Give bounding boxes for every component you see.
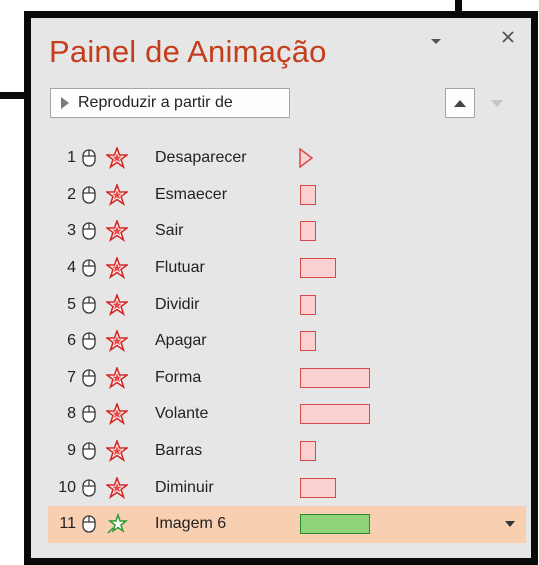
animation-name: Forma — [155, 368, 202, 386]
mouse-click-icon — [80, 186, 96, 204]
animation-order-number: 8 — [67, 405, 76, 423]
animation-name: Diminuir — [155, 478, 214, 496]
star-burst-icon — [96, 220, 128, 243]
timing-bar[interactable] — [300, 258, 336, 279]
mouse-click-icon — [80, 478, 96, 497]
mouse-click-icon — [80, 149, 96, 167]
mouse-click-icon — [80, 332, 96, 350]
timing-bar[interactable] — [300, 514, 370, 535]
animation-name: Volante — [155, 405, 209, 423]
mouse-click-icon — [80, 259, 96, 277]
animation-name: Dividir — [155, 295, 200, 313]
animation-item[interactable]: 4 Flutuar — [48, 250, 526, 287]
play-from-button[interactable]: Reproduzir a partir de — [50, 88, 290, 118]
animation-item[interactable]: 7 Forma — [48, 360, 526, 397]
animation-order-number: 2 — [67, 185, 76, 203]
timing-bar[interactable] — [300, 477, 336, 498]
animation-item[interactable]: 1 Desaparecer — [48, 140, 526, 177]
animation-order-number: 4 — [67, 259, 76, 277]
mouse-click-icon — [80, 369, 96, 387]
animation-name: Barras — [155, 442, 203, 460]
animation-order-number: 7 — [67, 368, 76, 386]
timing-bar[interactable] — [300, 404, 370, 425]
mouse-click-icon — [80, 296, 96, 314]
animation-item[interactable]: 9 Barras — [48, 433, 526, 470]
star-burst-icon — [96, 257, 128, 280]
animation-order-number: 3 — [67, 222, 76, 240]
animation-order-number: 6 — [67, 332, 76, 350]
timing-bar[interactable] — [300, 221, 316, 242]
animation-list: 1 Desaparecer 2 Esmaecer 3 Sair 4 Flutuar 5 Divid… — [48, 140, 526, 543]
pane-options-chevron-down-icon[interactable] — [430, 30, 442, 51]
mouse-click-icon — [80, 515, 96, 533]
animation-item[interactable]: 11 Imagem 6 — [48, 505, 526, 543]
mouse-click-icon — [80, 442, 96, 460]
move-earlier-button[interactable] — [445, 88, 475, 118]
animation-item[interactable]: 6 Apagar — [48, 323, 526, 360]
play-icon — [61, 97, 69, 109]
animation-item[interactable]: 2 Esmaecer — [48, 177, 526, 214]
green-star-icon — [96, 513, 128, 535]
star-burst-icon — [96, 147, 128, 170]
pane-title: Painel de Animação — [49, 34, 327, 69]
triangle-down-icon — [491, 99, 503, 107]
animation-order-number: 10 — [58, 478, 76, 496]
animation-name: Flutuar — [155, 259, 205, 277]
animation-order-number: 11 — [59, 515, 76, 533]
close-icon[interactable] — [501, 28, 515, 49]
animation-order-number: 5 — [67, 295, 76, 313]
item-options-chevron-down-icon[interactable] — [505, 521, 515, 528]
triangle-up-icon — [454, 99, 466, 107]
star-burst-icon — [96, 183, 128, 206]
timing-bar[interactable] — [300, 441, 316, 462]
animation-item[interactable]: 3 Sair — [48, 213, 526, 250]
mouse-click-icon — [80, 405, 96, 424]
timing-bar[interactable] — [300, 184, 316, 205]
mouse-click-icon — [80, 222, 96, 241]
animation-order-number: 9 — [67, 442, 76, 460]
animation-item[interactable]: 5 Dividir — [48, 286, 526, 323]
animation-name: Sair — [155, 222, 184, 240]
star-burst-icon — [96, 476, 128, 499]
star-burst-icon — [96, 293, 128, 316]
move-later-button[interactable] — [482, 88, 512, 118]
timing-bar[interactable] — [300, 294, 316, 315]
star-burst-icon — [96, 440, 128, 463]
animation-name: Imagem 6 — [155, 515, 227, 533]
timing-bar[interactable] — [300, 331, 316, 352]
star-burst-icon — [96, 330, 128, 353]
animation-name: Esmaecer — [155, 185, 228, 203]
timing-bar[interactable] — [300, 367, 370, 388]
animation-name: Apagar — [155, 332, 207, 350]
star-burst-icon — [96, 403, 128, 426]
animation-order-number: 1 — [67, 149, 76, 167]
play-from-label: Reproduzir a partir de — [78, 94, 233, 111]
animation-name: Desaparecer — [155, 149, 247, 167]
animation-item[interactable]: 10 Diminuir — [48, 469, 526, 506]
animation-pane: Painel de Animação Reproduzir a partir d… — [24, 11, 538, 565]
star-burst-icon — [96, 366, 128, 389]
timing-marker[interactable] — [299, 148, 315, 169]
animation-item[interactable]: 8 Volante — [48, 396, 526, 433]
